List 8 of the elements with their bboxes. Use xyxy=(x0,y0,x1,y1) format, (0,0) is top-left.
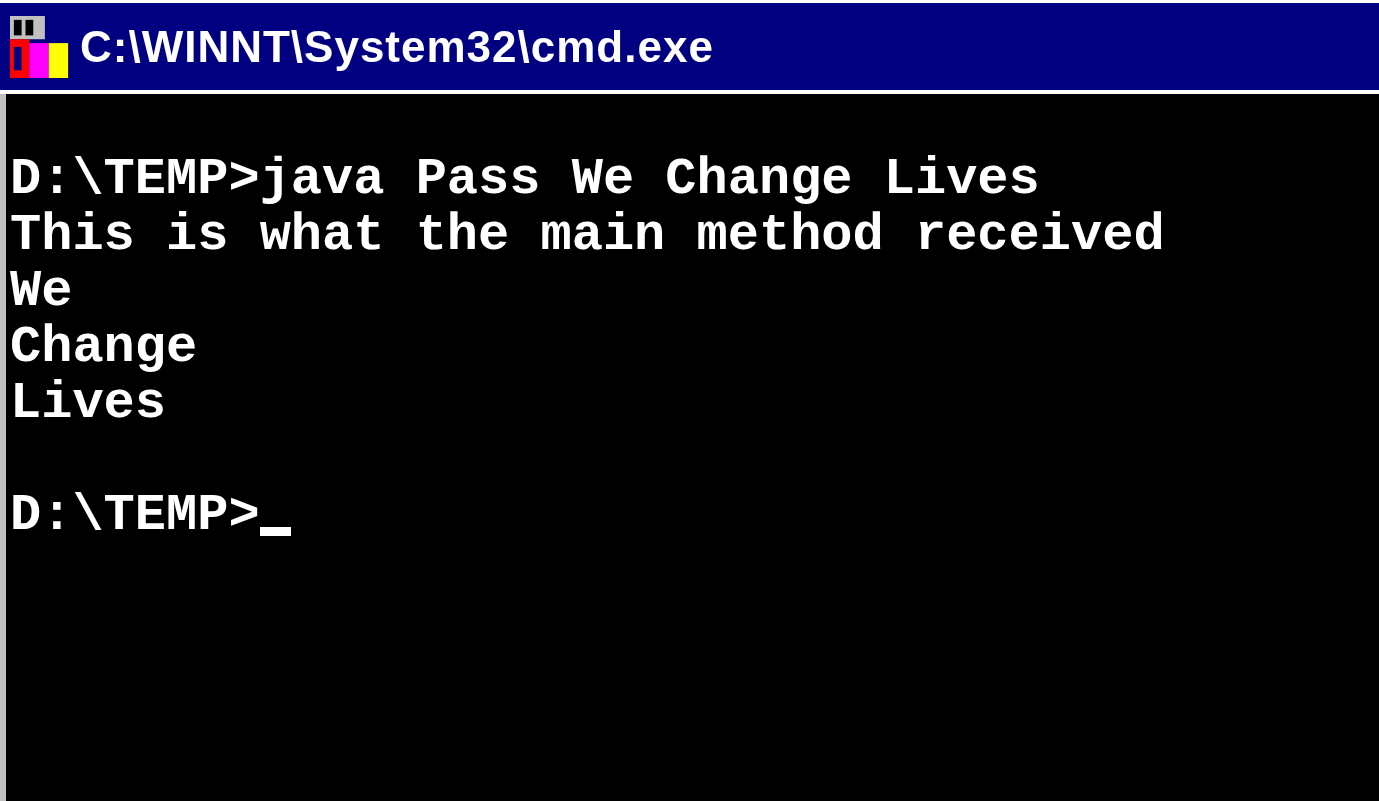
console-line: Change xyxy=(10,320,198,376)
console-line: D:\TEMP>java Pass We Change Lives xyxy=(10,152,1040,208)
text-cursor xyxy=(259,527,291,536)
console-line: This is what the main method received xyxy=(10,208,1165,264)
console-line: Lives xyxy=(10,376,167,432)
command-prompt: D:\TEMP> xyxy=(10,488,260,544)
window-title: C:\WINNT\System32\cmd.exe xyxy=(80,20,714,73)
console-line: We xyxy=(10,264,73,320)
